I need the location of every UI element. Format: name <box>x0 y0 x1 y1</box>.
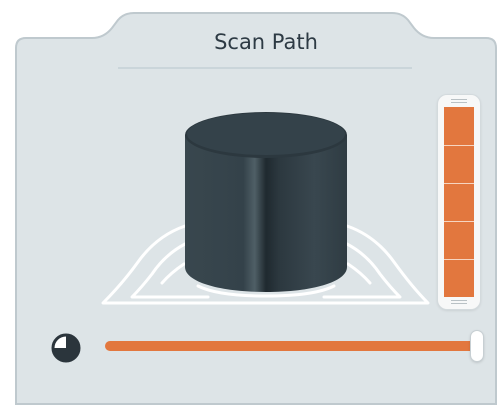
scan-progress-slider[interactable] <box>105 331 485 361</box>
pie-clock-icon <box>51 333 81 363</box>
meter-segment-line <box>444 145 474 146</box>
meter-segment-line <box>444 259 474 260</box>
meter-segment-line <box>444 221 474 222</box>
meter-grip-line <box>451 102 467 103</box>
slider-fill <box>105 341 477 351</box>
vertical-level-meter[interactable] <box>438 95 480 309</box>
scan-path-panel-page: Scan Path <box>0 0 502 416</box>
meter-grip-line <box>451 300 467 301</box>
meter-fill <box>444 107 474 297</box>
meter-grip-line <box>451 99 467 100</box>
slider-thumb[interactable] <box>471 331 483 361</box>
meter-segment-line <box>444 183 474 184</box>
meter-grip-line <box>451 303 467 304</box>
meter-track <box>444 107 474 297</box>
cylinder-object <box>185 112 347 292</box>
